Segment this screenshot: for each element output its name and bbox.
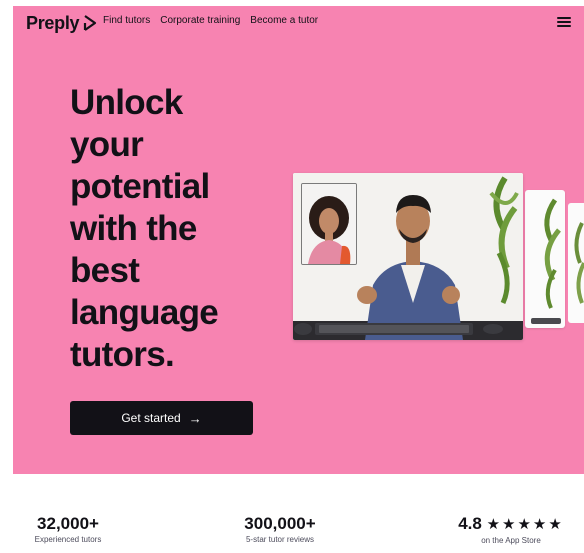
rating-number: 4.8 bbox=[458, 514, 482, 533]
nav-link-become-a-tutor[interactable]: Become a tutor bbox=[250, 15, 318, 26]
stats-bar: 32,000+ Experienced tutors 300,000+ 5-st… bbox=[0, 514, 584, 553]
background-card-far bbox=[568, 203, 584, 323]
arrow-right-icon: → bbox=[188, 410, 202, 426]
plant-icon bbox=[574, 222, 584, 304]
stat-tutors-value: 32,000+ bbox=[37, 514, 99, 533]
preply-logo[interactable]: Preply bbox=[26, 12, 98, 34]
stat-reviews: 300,000+ 5-star tutor reviews bbox=[225, 514, 335, 546]
top-navigation: Preply Find tutors Corporate training Be… bbox=[13, 6, 584, 38]
stat-rating-value: 4.8 ★★★★★ bbox=[446, 514, 576, 535]
stat-reviews-value: 300,000+ bbox=[244, 514, 316, 533]
get-started-label: Get started bbox=[121, 411, 181, 425]
nav-link-corporate-training[interactable]: Corporate training bbox=[160, 15, 240, 26]
stat-rating-label: on the App Store bbox=[481, 536, 541, 545]
hero-section: Preply Find tutors Corporate training Be… bbox=[13, 6, 584, 474]
stat-tutors-label: Experienced tutors bbox=[34, 535, 102, 544]
preply-arrow-icon bbox=[84, 15, 97, 31]
plant-icon bbox=[531, 198, 561, 324]
nav-link-find-tutors[interactable]: Find tutors bbox=[103, 15, 150, 26]
star-icon: ★★★★★ bbox=[486, 516, 564, 533]
background-card-mid bbox=[525, 190, 565, 328]
video-call-card bbox=[293, 173, 523, 340]
get-started-button[interactable]: Get started → bbox=[70, 401, 253, 435]
hamburger-menu-icon[interactable] bbox=[557, 17, 571, 28]
stat-tutors: 32,000+ Experienced tutors bbox=[23, 514, 113, 546]
hero-headline: Unlock your potential with the best lang… bbox=[70, 83, 219, 374]
stat-reviews-label: 5-star tutor reviews bbox=[245, 535, 315, 544]
student-avatar-image bbox=[302, 184, 356, 264]
stat-rating: 4.8 ★★★★★ on the App Store bbox=[446, 514, 576, 547]
student-video-thumbnail bbox=[301, 183, 357, 265]
nav-links: Find tutors Corporate training Become a … bbox=[103, 15, 318, 26]
logo-text: Preply bbox=[26, 12, 80, 33]
